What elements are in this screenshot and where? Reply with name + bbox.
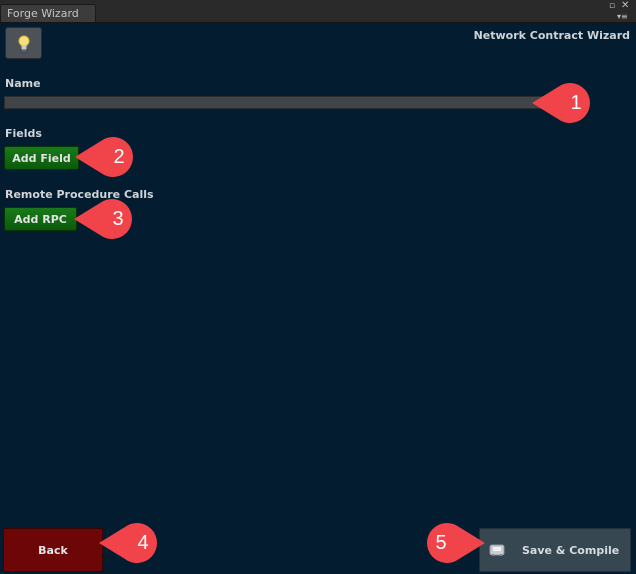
add-rpc-button[interactable]: Add RPC — [4, 207, 77, 231]
save-compile-button[interactable]: Save & Compile — [479, 528, 631, 572]
lightbulb-icon — [18, 35, 29, 51]
name-field[interactable] — [4, 96, 564, 109]
wizard-title: Network Contract Wizard — [473, 29, 630, 42]
callout-marker-2: 2 — [75, 135, 139, 179]
callout-marker-4: 4 — [99, 521, 163, 565]
hint-button[interactable] — [5, 27, 42, 59]
back-button[interactable]: Back — [3, 528, 103, 572]
callout-number-2: 2 — [113, 145, 125, 168]
close-icon[interactable]: ✕ — [621, 1, 629, 11]
window-tab[interactable]: Forge Wizard — [0, 4, 96, 22]
name-label: Name — [5, 77, 41, 90]
fields-label: Fields — [5, 127, 42, 140]
save-icon — [489, 543, 505, 557]
add-field-button[interactable]: Add Field — [4, 146, 79, 170]
callout-number-1: 1 — [570, 91, 582, 114]
callout-number-4: 4 — [137, 531, 149, 554]
menu-icon[interactable]: ▾≡ — [617, 12, 628, 21]
callout-number-3: 3 — [112, 207, 124, 230]
callout-number-5: 5 — [435, 531, 447, 554]
callout-marker-5: 5 — [421, 521, 485, 565]
maximize-icon[interactable]: ▫ — [609, 2, 615, 11]
window-titlebar: Forge Wizard ▫ ✕ ▾≡ — [0, 0, 636, 23]
save-compile-label: Save & Compile — [522, 543, 620, 557]
callout-marker-3: 3 — [74, 197, 138, 241]
callout-marker-1: 1 — [532, 81, 596, 125]
